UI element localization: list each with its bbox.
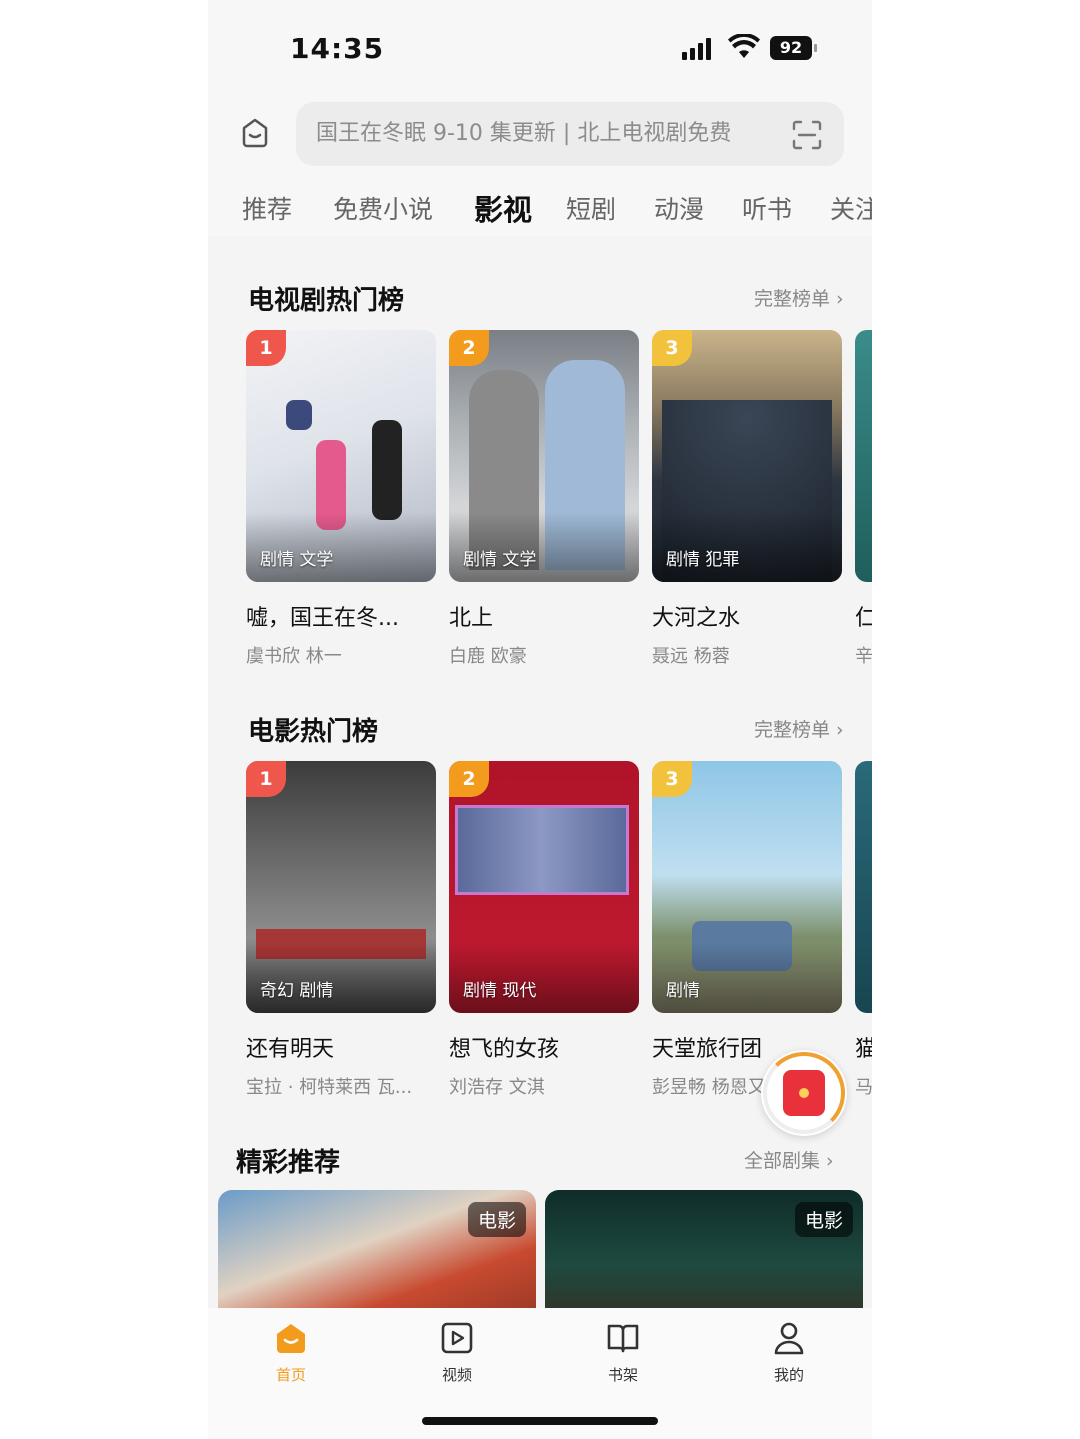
item-cast: 聂远 杨蓉 bbox=[652, 646, 730, 667]
category-badge: 电影 bbox=[467, 1202, 526, 1237]
nav-profile-label: 我的 bbox=[773, 1366, 804, 1384]
all-series-label: 全部剧集 bbox=[744, 1150, 821, 1172]
item-title: 嘘，国王在冬... bbox=[246, 606, 399, 631]
movie-card[interactable]: 3 剧情 天堂旅行团 彭昱畅 杨恩又 bbox=[652, 761, 842, 1099]
tab-following[interactable]: 关注 bbox=[830, 190, 872, 226]
item-cast: 刘浩存 文淇 bbox=[449, 1077, 545, 1098]
search-placeholder: 国王在冬眠 9-10 集更新 | 北上电视剧免费 bbox=[316, 121, 732, 146]
nav-home[interactable]: 首页 bbox=[241, 1320, 341, 1385]
item-title: 猫 bbox=[855, 1037, 872, 1062]
category-tabs: 推荐 免费小说 影视 短剧 动漫 听书 关注 bbox=[208, 180, 872, 236]
movie-card[interactable]: 2 剧情 现代 想飞的女孩 刘浩存 文淇 bbox=[449, 761, 639, 1099]
genre-tags: 剧情 现代 bbox=[463, 981, 537, 1001]
genre-tags: 剧情 犯罪 bbox=[666, 550, 740, 570]
nav-profile[interactable]: 我的 bbox=[739, 1320, 839, 1385]
phone-screen: 14:35 92 国王在冬眠 9-10 集更新 | 北上电视剧免费 推荐 免费小… bbox=[208, 0, 872, 1439]
poster-image: 3 剧情 bbox=[652, 761, 842, 1013]
nav-bookshelf-label: 书架 bbox=[607, 1366, 638, 1384]
battery-indicator: 92 bbox=[770, 36, 812, 60]
video-icon bbox=[441, 1322, 473, 1354]
nav-home-label: 首页 bbox=[275, 1366, 306, 1384]
tab-audiobook[interactable]: 听书 bbox=[742, 190, 792, 226]
bottom-nav: 首页 视频 书架 我的 bbox=[208, 1308, 872, 1439]
item-title: 北上 bbox=[449, 606, 494, 631]
app-home-icon[interactable] bbox=[238, 116, 272, 150]
battery-tip bbox=[814, 44, 817, 52]
item-cast: 白鹿 欧豪 bbox=[449, 646, 527, 667]
tv-section-title: 电视剧热门榜 bbox=[248, 286, 405, 316]
rec-card[interactable]: 电影 bbox=[545, 1190, 863, 1308]
genre-tags: 剧情 文学 bbox=[260, 550, 334, 570]
genre-tags: 剧情 文学 bbox=[463, 550, 537, 570]
poster-image: 2 剧情 现代 bbox=[449, 761, 639, 1013]
movie-card[interactable]: 猫 马 bbox=[855, 761, 872, 1099]
wifi-icon bbox=[728, 34, 760, 58]
red-packet-button[interactable] bbox=[761, 1050, 847, 1136]
home-indicator[interactable] bbox=[422, 1417, 658, 1425]
tv-full-list-link[interactable]: 完整榜单 › bbox=[754, 284, 844, 311]
chevron-right-icon: › bbox=[830, 288, 844, 310]
rec-section-title: 精彩推荐 bbox=[236, 1148, 341, 1178]
tab-film-tv[interactable]: 影视 bbox=[474, 187, 532, 229]
rank-badge: 2 bbox=[449, 330, 489, 366]
red-envelope-icon bbox=[783, 1070, 825, 1116]
poster-image: 1 剧情 文学 bbox=[246, 330, 436, 582]
cellular-signal-icon bbox=[682, 38, 711, 60]
category-badge: 电影 bbox=[794, 1202, 853, 1237]
all-series-link[interactable]: 全部剧集 › bbox=[744, 1146, 834, 1173]
tv-card[interactable]: 1 剧情 文学 嘘，国王在冬... 虞书欣 林一 bbox=[246, 330, 436, 668]
genre-tags: 奇幻 剧情 bbox=[260, 981, 334, 1001]
scan-icon[interactable] bbox=[792, 120, 822, 150]
poster-image bbox=[855, 761, 872, 1013]
tab-anime[interactable]: 动漫 bbox=[654, 190, 704, 226]
rank-badge: 2 bbox=[449, 761, 489, 797]
tv-full-list-label: 完整榜单 bbox=[754, 288, 831, 310]
item-title: 还有明天 bbox=[246, 1037, 335, 1062]
movie-full-list-label: 完整榜单 bbox=[754, 719, 831, 741]
tab-free-novels[interactable]: 免费小说 bbox=[333, 190, 433, 226]
bookshelf-icon bbox=[607, 1324, 639, 1353]
home-icon bbox=[277, 1324, 305, 1353]
rank-badge: 3 bbox=[652, 330, 692, 366]
tv-card[interactable]: 2 剧情 文学 北上 白鹿 欧豪 bbox=[449, 330, 639, 668]
rank-badge: 3 bbox=[652, 761, 692, 797]
search-input[interactable]: 国王在冬眠 9-10 集更新 | 北上电视剧免费 bbox=[296, 102, 844, 166]
tv-card[interactable]: 3 剧情 犯罪 大河之水 聂远 杨蓉 bbox=[652, 330, 842, 668]
content-area: 电视剧热门榜 完整榜单 › 1 剧情 文学 嘘，国王在冬... 虞书欣 林一 2 bbox=[208, 236, 872, 1308]
item-cast: 马 bbox=[855, 1077, 872, 1098]
profile-icon bbox=[774, 1322, 804, 1355]
rank-badge: 1 bbox=[246, 330, 286, 366]
poster-image: 3 剧情 犯罪 bbox=[652, 330, 842, 582]
search-row: 国王在冬眠 9-10 集更新 | 北上电视剧免费 bbox=[208, 96, 872, 176]
item-title: 想飞的女孩 bbox=[449, 1037, 560, 1062]
poster-image: 1 奇幻 剧情 bbox=[246, 761, 436, 1013]
poster-image: 2 剧情 文学 bbox=[449, 330, 639, 582]
movie-card[interactable]: 1 奇幻 剧情 还有明天 宝拉 · 柯特莱西 瓦... bbox=[246, 761, 436, 1099]
rec-card[interactable]: 电影 bbox=[218, 1190, 536, 1308]
item-cast: 宝拉 · 柯特莱西 瓦... bbox=[246, 1077, 413, 1098]
item-cast: 虞书欣 林一 bbox=[246, 646, 342, 667]
movie-section-title: 电影热门榜 bbox=[248, 717, 379, 747]
nav-bookshelf[interactable]: 书架 bbox=[573, 1320, 673, 1385]
status-time: 14:35 bbox=[290, 32, 385, 65]
tab-recommend[interactable]: 推荐 bbox=[242, 190, 292, 226]
movie-full-list-link[interactable]: 完整榜单 › bbox=[754, 715, 844, 742]
chevron-right-icon: › bbox=[830, 719, 844, 741]
status-bar: 14:35 92 bbox=[208, 0, 872, 100]
chevron-right-icon: › bbox=[820, 1150, 834, 1172]
item-title: 仁 bbox=[855, 606, 872, 631]
tv-card[interactable]: 仁 辛 bbox=[855, 330, 872, 668]
nav-video[interactable]: 视频 bbox=[407, 1320, 507, 1385]
poster-image bbox=[855, 330, 872, 582]
item-cast: 辛 bbox=[855, 646, 872, 667]
rank-badge: 1 bbox=[246, 761, 286, 797]
genre-tags: 剧情 bbox=[666, 981, 700, 1001]
nav-video-label: 视频 bbox=[441, 1366, 472, 1384]
tab-short-drama[interactable]: 短剧 bbox=[566, 190, 616, 226]
item-title: 大河之水 bbox=[652, 606, 741, 631]
